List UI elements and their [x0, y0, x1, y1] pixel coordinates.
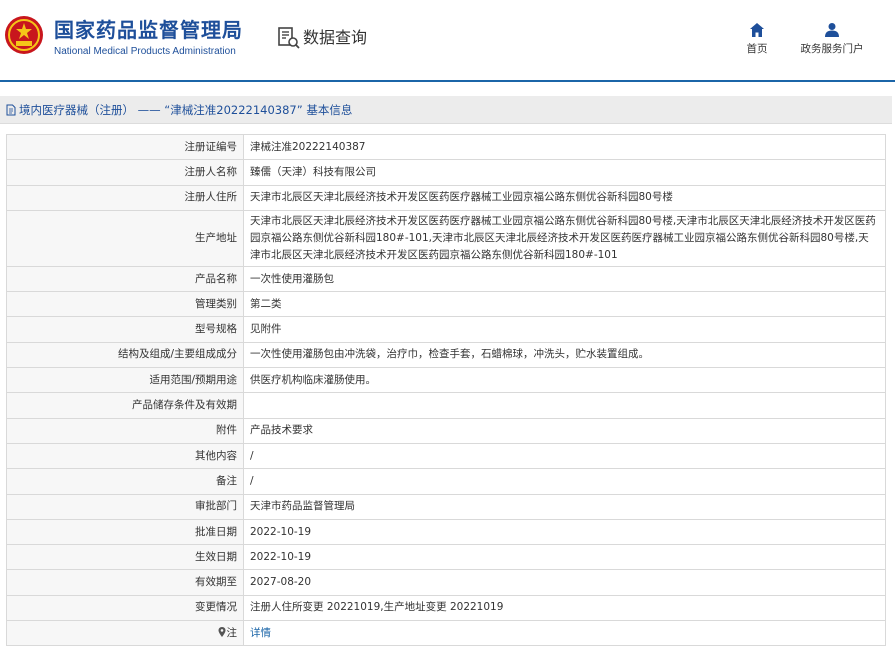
breadcrumb-text: 境内医疗器械（注册） —— “津械注准20222140387” 基本信息 [19, 102, 353, 117]
table-row: 审批部门 天津市药品监督管理局 [6, 493, 886, 520]
user-icon [825, 23, 839, 37]
nav-service-portal[interactable]: 政务服务门户 [797, 22, 867, 56]
field-value: 2022-10-19 [243, 544, 886, 571]
field-label: 审批部门 [6, 493, 244, 520]
field-label: 变更情况 [6, 594, 244, 622]
table-row: 其他内容 / [6, 442, 886, 470]
field-value: 一次性使用灌肠包 [243, 265, 886, 293]
data-query-label: 数据查询 [303, 28, 368, 47]
field-value: 供医疗机构临床灌肠使用。 [243, 367, 886, 394]
table-row: 产品名称 一次性使用灌肠包 [6, 265, 886, 293]
field-label: 附件 [6, 417, 244, 444]
document-icon [6, 104, 16, 115]
field-label: 产品储存条件及有效期 [6, 392, 244, 419]
field-value: 天津市北辰区天津北辰经济技术开发区医药医疗器械工业园京福公路东侧优谷新科园80号… [243, 184, 886, 211]
field-label: 型号规格 [6, 316, 244, 343]
field-label: 备注 [6, 468, 244, 495]
field-value: 天津市北辰区天津北辰经济技术开发区医药医疗器械工业园京福公路东侧优谷新科园80号… [243, 209, 886, 267]
nav-home[interactable]: 首页 [740, 22, 774, 56]
field-value: 天津市药品监督管理局 [243, 493, 886, 520]
field-label: 其他内容 [6, 442, 244, 470]
field-value: 2027-08-20 [243, 569, 886, 596]
site-subtitle-en: National Medical Products Administration [54, 46, 236, 57]
table-row: 附件 产品技术要求 [6, 417, 886, 444]
table-row: 适用范围/预期用途 供医疗机构临床灌肠使用。 [6, 367, 886, 394]
table-row: 备注 / [6, 468, 886, 495]
table-row: 有效期至 2027-08-20 [6, 569, 886, 596]
breadcrumb: 境内医疗器械（注册） —— “津械注准20222140387” 基本信息 [0, 96, 892, 124]
field-value: 见附件 [243, 316, 886, 343]
site-header: 国家药品监督管理局 National Medical Products Admi… [0, 0, 895, 82]
table-row: 注 详情 [6, 620, 886, 647]
field-value [243, 392, 886, 419]
field-value: 臻儒（天津）科技有限公司 [243, 159, 886, 186]
field-label: 适用范围/预期用途 [6, 367, 244, 394]
document-search-icon [278, 27, 300, 49]
nav-service-portal-label: 政务服务门户 [800, 43, 864, 55]
table-row: 管理类别 第二类 [6, 291, 886, 318]
field-label: 生效日期 [6, 544, 244, 571]
field-label: 产品名称 [6, 265, 244, 293]
field-label: 生产地址 [6, 209, 244, 267]
note-label-cell: 注 [6, 620, 244, 647]
field-label: 注 [226, 626, 238, 639]
table-row: 注册人住所 天津市北辰区天津北辰经济技术开发区医药医疗器械工业园京福公路东侧优谷… [6, 184, 886, 211]
table-row: 产品储存条件及有效期 [6, 392, 886, 419]
field-value: 2022-10-19 [243, 518, 886, 546]
field-label: 批准日期 [6, 518, 244, 546]
field-value: / [243, 468, 886, 495]
field-value: 津械注准20222140387 [243, 133, 886, 161]
field-label: 注册人名称 [6, 159, 244, 186]
national-emblem-icon [5, 16, 43, 54]
field-value: 产品技术要求 [243, 417, 886, 444]
field-label: 结构及组成/主要组成成分 [6, 341, 244, 369]
site-title[interactable]: 国家药品监督管理局 [54, 18, 243, 42]
field-label: 有效期至 [6, 569, 244, 596]
field-value: 注册人住所变更 20221019,生产地址变更 20221019 [243, 594, 886, 622]
table-row: 生效日期 2022-10-19 [6, 544, 886, 571]
registration-info-table: 注册证编号 津械注准20222140387 注册人名称 臻儒（天津）科技有限公司… [6, 133, 886, 647]
table-row: 结构及组成/主要组成成分 一次性使用灌肠包由冲洗袋，治疗巾，检查手套，石蜡棉球，… [6, 341, 886, 369]
data-query-heading: 数据查询 [277, 26, 367, 50]
details-link[interactable]: 详情 [250, 627, 271, 639]
table-row: 注册人名称 臻儒（天津）科技有限公司 [6, 159, 886, 186]
table-row: 型号规格 见附件 [6, 316, 886, 343]
home-icon [750, 23, 764, 37]
field-label: 注册证编号 [6, 133, 244, 161]
field-label: 注册人住所 [6, 184, 244, 211]
field-label: 管理类别 [6, 291, 244, 318]
table-row: 变更情况 注册人住所变更 20221019,生产地址变更 20221019 [6, 594, 886, 622]
field-value: 一次性使用灌肠包由冲洗袋，治疗巾，检查手套，石蜡棉球，冲洗头，贮水装置组成。 [243, 341, 886, 369]
table-row: 批准日期 2022-10-19 [6, 518, 886, 546]
note-value-cell: 详情 [243, 620, 886, 647]
nav-home-label: 首页 [746, 43, 768, 55]
field-value: / [243, 442, 886, 470]
map-pin-icon [218, 626, 225, 637]
field-value: 第二类 [243, 291, 886, 318]
table-row: 注册证编号 津械注准20222140387 [6, 133, 886, 161]
table-row: 生产地址 天津市北辰区天津北辰经济技术开发区医药医疗器械工业园京福公路东侧优谷新… [6, 209, 886, 267]
